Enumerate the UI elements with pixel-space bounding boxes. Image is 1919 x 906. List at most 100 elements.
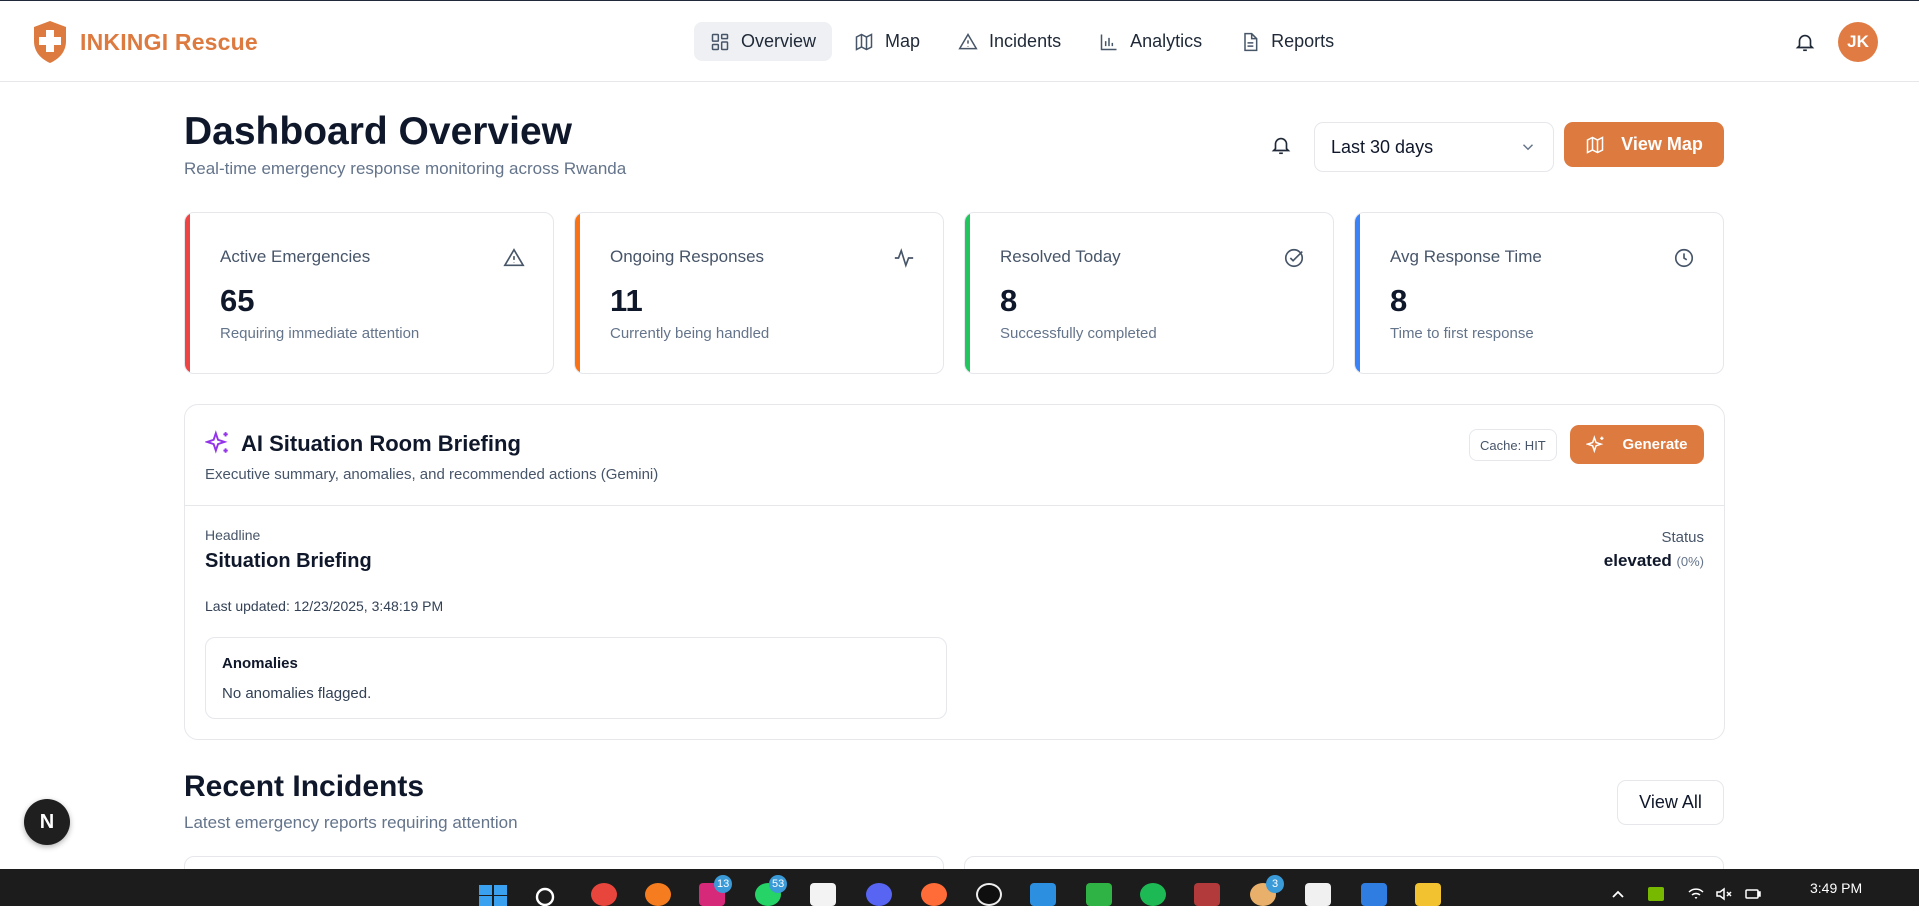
anomalies-text: No anomalies flagged. <box>222 685 372 702</box>
ai-briefing-header: AI Situation Room Briefing Executive sum… <box>185 405 1724 506</box>
map-icon <box>1586 135 1604 154</box>
stat-label: Avg Response Time <box>1390 247 1542 266</box>
nav-label: Analytics <box>1130 31 1203 51</box>
ai-briefing-subtitle: Executive summary, anomalies, and recomm… <box>205 466 659 483</box>
sparkles-icon <box>205 430 228 454</box>
speaker-muted-icon[interactable] <box>1716 887 1732 901</box>
alert-triangle-icon <box>958 32 978 49</box>
app-icon[interactable] <box>1194 883 1220 906</box>
view-map-label: View Map <box>1621 134 1703 154</box>
bar-chart-icon <box>1100 34 1117 50</box>
page-subtitle: Real-time emergency response monitoring … <box>184 159 627 178</box>
spotify-icon[interactable] <box>1140 883 1166 906</box>
nav-map[interactable]: Map <box>838 22 936 61</box>
avatar[interactable]: JK <box>1838 22 1878 62</box>
app-icon[interactable] <box>810 883 836 906</box>
nvidia-icon[interactable] <box>1648 887 1664 901</box>
postman-icon[interactable] <box>921 883 947 906</box>
battery-icon[interactable] <box>1745 887 1761 901</box>
stat-desc: Currently being handled <box>610 325 770 342</box>
accent-bar <box>1355 213 1360 373</box>
map-icon <box>855 32 873 51</box>
stat-desc: Requiring immediate attention <box>220 325 420 342</box>
discord-icon[interactable] <box>866 883 892 906</box>
bell-icon[interactable] <box>1270 134 1292 156</box>
cache-badge: Cache: HIT <box>1469 429 1557 461</box>
stat-label: Ongoing Responses <box>610 247 765 266</box>
chrome-icon[interactable] <box>591 883 617 906</box>
headline-label: Headline <box>205 527 261 543</box>
layout-grid-icon <box>711 33 729 50</box>
dev-tools-badge[interactable]: N <box>24 799 70 845</box>
view-all-button[interactable]: View All <box>1617 780 1724 825</box>
ai-briefing-title: AI Situation Room Briefing <box>241 431 521 456</box>
stat-card-avg-response-time: Avg Response Time 8 Time to first respon… <box>1354 212 1724 374</box>
stat-card-active-emergencies: Active Emergencies 65 Requiring immediat… <box>184 212 554 374</box>
status-value: elevated (0%) <box>1604 551 1704 571</box>
accent-bar <box>575 213 580 373</box>
stat-desc: Time to first response <box>1390 325 1534 342</box>
stat-label: Active Emergencies <box>220 247 371 266</box>
activity-icon <box>894 248 914 268</box>
file-explorer-icon[interactable] <box>1415 883 1441 906</box>
firefox-icon[interactable] <box>645 883 671 906</box>
generate-label: Generate <box>1622 436 1688 453</box>
last-updated: Last updated: 12/23/2025, 3:48:19 PM <box>205 598 444 614</box>
nav-label: Reports <box>1271 31 1335 51</box>
page-title: Dashboard Overview <box>184 110 572 153</box>
chevron-up-icon[interactable] <box>1610 887 1626 901</box>
chevron-down-icon <box>1522 144 1534 151</box>
clock-icon <box>1674 248 1694 268</box>
brand-name: INKINGI Rescue <box>80 28 258 55</box>
app-icon[interactable] <box>1086 883 1112 906</box>
shield-cross-icon <box>34 21 66 63</box>
file-text-icon <box>1244 32 1258 51</box>
generate-button[interactable]: Generate <box>1570 425 1704 464</box>
view-map-button[interactable]: View Map <box>1564 122 1724 167</box>
anomalies-title: Anomalies <box>222 655 298 672</box>
todo-icon[interactable] <box>1361 883 1387 906</box>
app-icon[interactable] <box>976 883 1002 906</box>
date-range-select[interactable]: Last 30 days <box>1314 122 1554 172</box>
nav-analytics[interactable]: Analytics <box>1083 22 1218 61</box>
main-nav: Overview Map Incidents Analytics Reports <box>694 22 1350 61</box>
status-label: Status <box>1661 529 1704 546</box>
nav-reports[interactable]: Reports <box>1224 22 1350 61</box>
stat-value: 65 <box>220 283 255 318</box>
accent-bar <box>185 213 190 373</box>
os-taskbar: 13 53 3 3:49 PM <box>0 869 1919 906</box>
accent-bar <box>965 213 970 373</box>
vscode-icon[interactable] <box>1030 883 1056 906</box>
bell-icon[interactable] <box>1794 31 1816 53</box>
notification-badge: 53 <box>769 875 788 893</box>
search-icon[interactable] <box>534 886 556 906</box>
nav-overview[interactable]: Overview <box>694 22 833 61</box>
stat-label: Resolved Today <box>1000 247 1121 266</box>
nav-label: Overview <box>741 31 817 51</box>
clock-time: 3:49 PM <box>1810 880 1863 896</box>
stat-desc: Successfully completed <box>1000 325 1157 342</box>
stat-card-ongoing-responses: Ongoing Responses 11 Currently being han… <box>574 212 944 374</box>
sparkles-icon <box>1586 434 1604 453</box>
recent-incidents-subtitle: Latest emergency reports requiring atten… <box>184 813 518 832</box>
brand[interactable]: INKINGI Rescue <box>32 20 258 64</box>
notification-badge: 13 <box>714 875 733 893</box>
stat-value: 8 <box>1000 283 1018 318</box>
status-text: elevated <box>1603 551 1672 570</box>
nav-label: Map <box>885 31 921 51</box>
recent-incidents-title: Recent Incidents <box>184 770 425 803</box>
date-range-value: Last 30 days <box>1331 136 1434 157</box>
alert-triangle-icon <box>503 248 525 267</box>
stat-value: 11 <box>610 283 643 318</box>
anomalies-box: Anomalies No anomalies flagged. <box>205 637 947 719</box>
stat-value: 8 <box>1390 283 1408 318</box>
app-icon[interactable] <box>1305 883 1331 906</box>
top-navbar: INKINGI Rescue Overview Map Incidents An… <box>0 0 1919 82</box>
stat-card-resolved-today: Resolved Today 8 Successfully completed <box>964 212 1334 374</box>
headline-value: Situation Briefing <box>205 550 372 572</box>
windows-start-icon[interactable] <box>479 885 507 906</box>
notification-badge: 3 <box>1266 875 1284 893</box>
wifi-icon[interactable] <box>1688 887 1704 901</box>
nav-incidents[interactable]: Incidents <box>942 22 1077 61</box>
ai-briefing-card: AI Situation Room Briefing Executive sum… <box>184 404 1725 740</box>
